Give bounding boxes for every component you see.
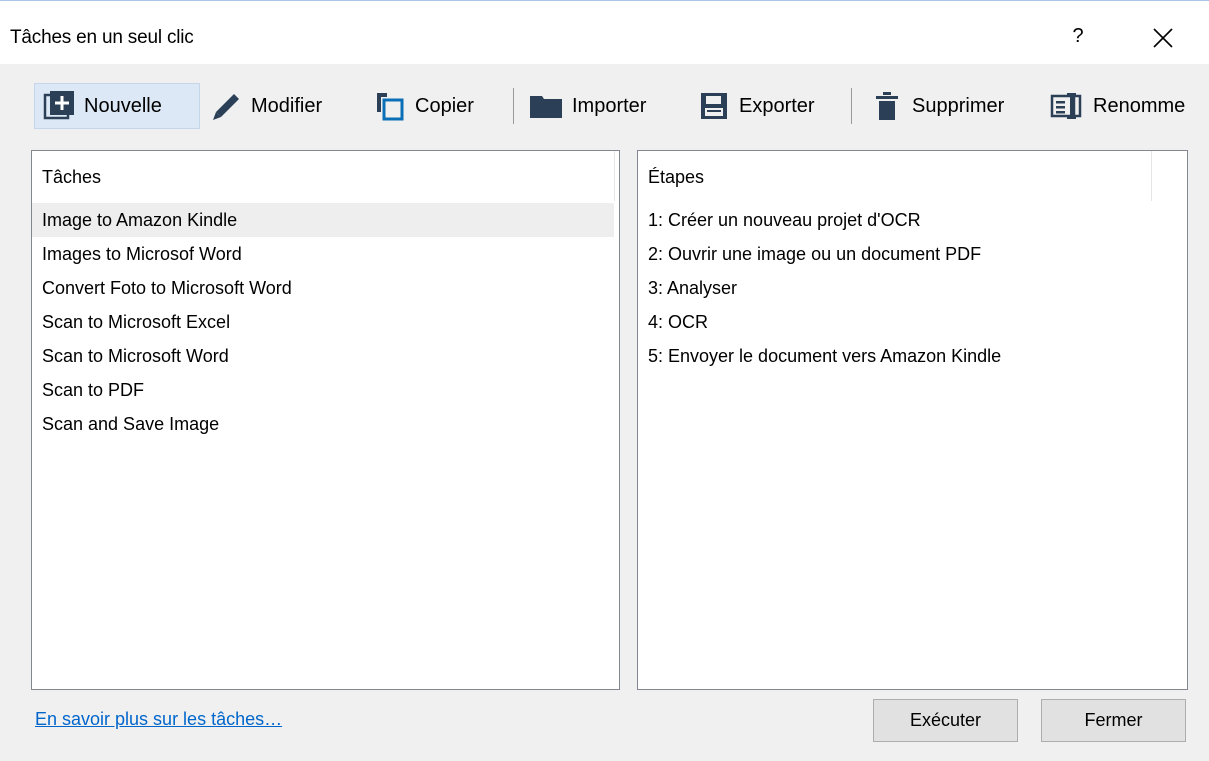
- step-item[interactable]: 3: Analyser: [638, 271, 1187, 305]
- steps-rows: 1: Créer un nouveau projet d'OCR 2: Ouvr…: [638, 203, 1187, 373]
- export-button[interactable]: Exporter: [698, 83, 815, 129]
- steps-list-header: Étapes: [638, 151, 1187, 202]
- close-icon: [1153, 28, 1173, 48]
- new-task-icon: [43, 90, 75, 122]
- title-bar: Tâches en un seul clic ?: [0, 0, 1209, 64]
- pencil-icon: [210, 90, 242, 122]
- step-item[interactable]: 4: OCR: [638, 305, 1187, 339]
- learn-more-link[interactable]: En savoir plus sur les tâches…: [35, 709, 282, 730]
- rename-icon: [1050, 90, 1084, 122]
- toolbar-separator: [851, 88, 852, 124]
- toolbar-separator: [513, 88, 514, 124]
- delete-button[interactable]: Supprimer: [871, 83, 1004, 129]
- copy-button[interactable]: Copier: [374, 83, 474, 129]
- save-icon: [698, 90, 730, 122]
- task-item[interactable]: Scan and Save Image: [32, 407, 619, 441]
- column-divider: [1151, 151, 1152, 201]
- task-item[interactable]: Images to Microsof Word: [32, 237, 619, 271]
- delete-label: Supprimer: [912, 94, 1005, 117]
- task-item[interactable]: Scan to Microsoft Word: [32, 339, 619, 373]
- window-title: Tâches en un seul clic: [10, 27, 194, 48]
- rename-button[interactable]: Renomme: [1050, 83, 1185, 129]
- copy-label: Copier: [415, 94, 474, 117]
- import-button[interactable]: Importer: [529, 83, 646, 129]
- task-item[interactable]: Scan to PDF: [32, 373, 619, 407]
- step-item[interactable]: 1: Créer un nouveau projet d'OCR: [638, 203, 1187, 237]
- modify-button[interactable]: Modifier: [210, 83, 322, 129]
- step-item[interactable]: 2: Ouvrir une image ou un document PDF: [638, 237, 1187, 271]
- tasks-list[interactable]: Tâches Image to Amazon Kindle Images to …: [31, 150, 620, 690]
- trash-icon: [871, 90, 903, 122]
- new-task-button[interactable]: Nouvelle: [34, 83, 200, 129]
- execute-button[interactable]: Exécuter: [873, 699, 1018, 742]
- modify-label: Modifier: [251, 94, 323, 117]
- task-item[interactable]: Image to Amazon Kindle: [32, 203, 614, 237]
- close-window-button[interactable]: [1148, 23, 1178, 53]
- import-label: Importer: [572, 94, 647, 117]
- toolbar: Nouvelle Modifier Copier Importer Export…: [0, 82, 1209, 134]
- task-item[interactable]: Scan to Microsoft Excel: [32, 305, 619, 339]
- copy-icon: [374, 90, 406, 122]
- steps-list[interactable]: Étapes 1: Créer un nouveau projet d'OCR …: [637, 150, 1188, 690]
- new-task-label: Nouvelle: [84, 94, 162, 117]
- folder-icon: [529, 90, 563, 122]
- export-label: Exporter: [739, 94, 815, 117]
- tasks-column-header[interactable]: Tâches: [32, 151, 614, 201]
- column-divider: [614, 151, 615, 201]
- help-button[interactable]: ?: [1066, 25, 1090, 48]
- tasks-list-header: Tâches: [32, 151, 619, 202]
- tasks-rows: Image to Amazon Kindle Images to Microso…: [32, 203, 619, 441]
- steps-column-header[interactable]: Étapes: [638, 151, 1151, 201]
- task-item[interactable]: Convert Foto to Microsoft Word: [32, 271, 619, 305]
- rename-label: Renomme: [1093, 94, 1186, 117]
- close-button[interactable]: Fermer: [1041, 699, 1186, 742]
- step-item[interactable]: 5: Envoyer le document vers Amazon Kindl…: [638, 339, 1187, 373]
